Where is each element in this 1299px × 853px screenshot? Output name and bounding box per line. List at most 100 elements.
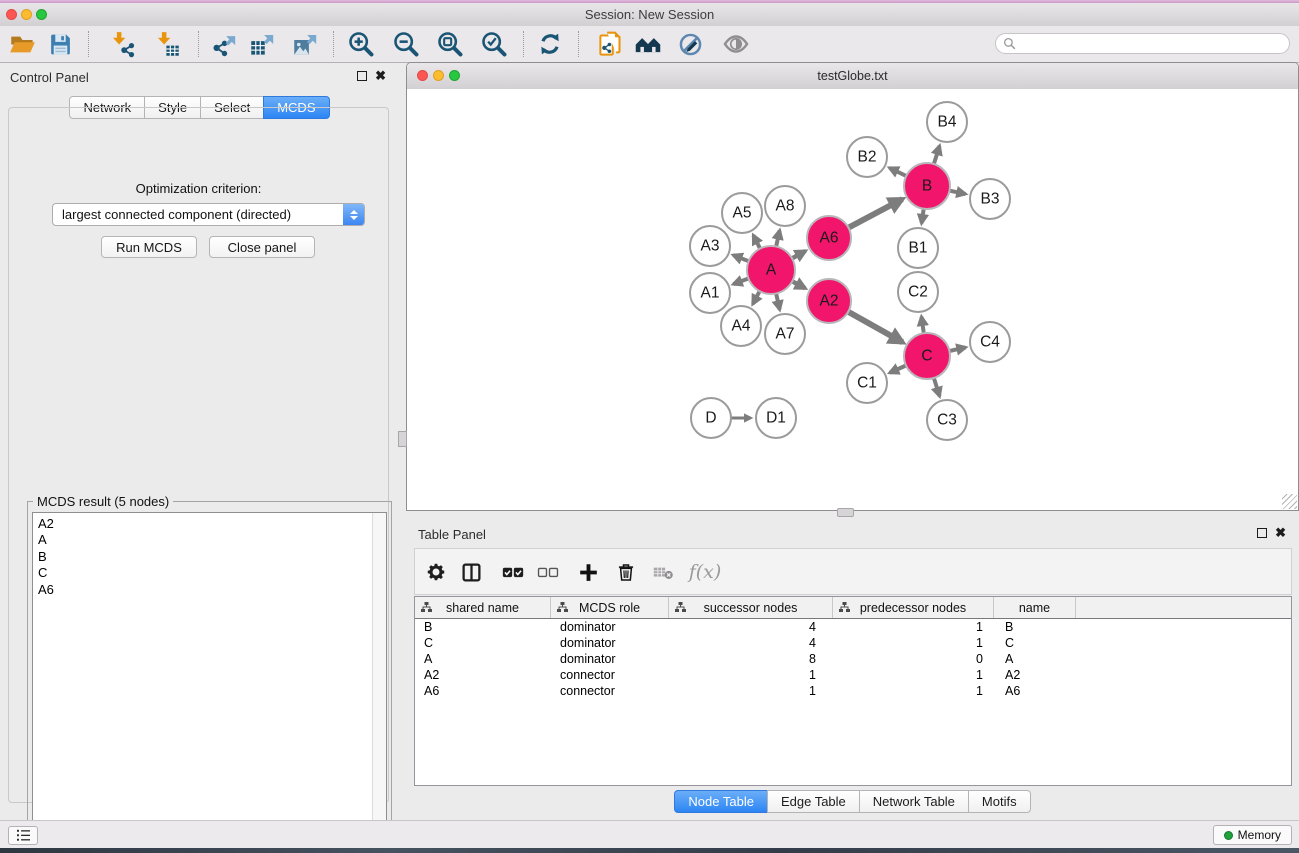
export-table-button[interactable]	[245, 29, 279, 59]
zoom-fit-button[interactable]	[433, 29, 467, 59]
table-settings-button[interactable]	[421, 558, 451, 586]
graph-node-B3[interactable]: B3	[970, 179, 1010, 219]
window-title: Session: New Session	[0, 7, 1299, 22]
column-header-name[interactable]: name	[994, 597, 1076, 618]
table-cell: dominator	[551, 652, 669, 666]
search-field[interactable]	[995, 33, 1290, 54]
graph-node-C[interactable]: C	[904, 333, 950, 379]
window-resize-grip[interactable]	[1282, 494, 1297, 509]
table-tab-edge-table[interactable]: Edge Table	[767, 790, 860, 813]
graph-node-A3[interactable]: A3	[690, 226, 730, 266]
save-session-button[interactable]	[43, 29, 77, 59]
graph-node-A5[interactable]: A5	[722, 193, 762, 233]
export-image-button[interactable]	[288, 29, 322, 59]
float-panel-icon[interactable]	[357, 71, 367, 81]
panel-splitter-handle[interactable]	[398, 431, 407, 447]
delete-column-button[interactable]	[611, 558, 641, 586]
graph-node-A2[interactable]: A2	[807, 279, 851, 323]
close-panel-button[interactable]: Close panel	[209, 236, 315, 258]
graph-node-B1[interactable]: B1	[898, 228, 938, 268]
refresh-layout-button[interactable]	[533, 29, 567, 59]
close-panel-icon[interactable]: ✖	[1275, 528, 1286, 538]
deselect-all-button[interactable]	[533, 558, 563, 586]
table-tab-node-table[interactable]: Node Table	[674, 790, 768, 813]
main-titlebar[interactable]: Session: New Session	[0, 3, 1299, 27]
mcds-result-item[interactable]: A	[33, 532, 386, 548]
status-bar: Memory	[0, 820, 1299, 848]
task-history-button[interactable]	[8, 826, 38, 845]
graph-node-D1[interactable]: D1	[756, 398, 796, 438]
graph-node-D[interactable]: D	[691, 398, 731, 438]
home-view-button[interactable]	[631, 29, 665, 59]
import-network-icon	[109, 31, 136, 58]
import-table-button[interactable]	[150, 29, 184, 59]
mcds-result-item[interactable]: A2	[33, 516, 386, 532]
open-session-button[interactable]	[5, 29, 39, 59]
import-network-button[interactable]	[105, 29, 139, 59]
select-all-button[interactable]	[498, 558, 528, 586]
graph-node-C2[interactable]: C2	[898, 272, 938, 312]
hide-graphics-details-button[interactable]	[673, 29, 707, 59]
column-header-successor-nodes[interactable]: successor nodes	[669, 597, 833, 618]
zoom-in-button[interactable]	[344, 29, 378, 59]
graph-node-A1[interactable]: A1	[690, 273, 730, 313]
list-icon	[16, 829, 31, 842]
graph-node-A4[interactable]: A4	[721, 306, 761, 346]
attribute-tree-icon	[557, 602, 568, 613]
column-header-predecessor-nodes[interactable]: predecessor nodes	[833, 597, 994, 618]
control-panel: Control Panel ✖ NetworkStyleSelectMCDS O…	[0, 62, 399, 820]
table-tab-network-table[interactable]: Network Table	[859, 790, 969, 813]
graph-node-A8[interactable]: A8	[765, 186, 805, 226]
mcds-list-scrollbar[interactable]	[372, 513, 386, 834]
table-tab-motifs[interactable]: Motifs	[968, 790, 1031, 813]
mcds-result-list[interactable]: A2ABCA6	[32, 512, 387, 835]
network-graph[interactable]: A A6 A2 B C A1 A3 A4 A5 A7 A8 B1 B2 B3B4 C1 C2 C3C4 D D1	[407, 89, 1298, 510]
graph-node-C3[interactable]: C3	[927, 400, 967, 440]
show-view-button[interactable]	[719, 29, 753, 59]
graph-node-A[interactable]: A	[747, 246, 795, 294]
table-header-row: shared nameMCDS rolesuccessor nodesprede…	[415, 597, 1291, 619]
graph-node-B2[interactable]: B2	[847, 137, 887, 177]
application-window: Session: New Session	[0, 0, 1299, 853]
graph-node-C4[interactable]: C4	[970, 322, 1010, 362]
graph-node-B4[interactable]: B4	[927, 102, 967, 142]
table-panel: Table Panel ✖	[406, 520, 1299, 815]
graph-node-C1[interactable]: C1	[847, 363, 887, 403]
export-table-icon	[249, 31, 276, 58]
network-view-window[interactable]: testGlobe.txt A A6 A2 B C A1 A3 A4 A5 A7 A8 B1 B2 B3B…	[406, 62, 1299, 511]
table-row[interactable]: A6connector11A6	[415, 683, 1291, 699]
network-window-titlebar[interactable]: testGlobe.txt	[407, 63, 1298, 90]
column-header-shared-name[interactable]: shared name	[415, 597, 551, 618]
zoom-selected-button[interactable]	[477, 29, 511, 59]
mcds-result-item[interactable]: B	[33, 549, 386, 565]
optimization-criterion-label: Optimization criterion:	[9, 181, 388, 196]
column-header-MCDS-role[interactable]: MCDS role	[551, 597, 669, 618]
svg-text:B: B	[922, 178, 932, 195]
memory-button[interactable]: Memory	[1213, 825, 1292, 845]
table-row[interactable]: Cdominator41C	[415, 635, 1291, 651]
clone-network-button[interactable]	[593, 29, 627, 59]
network-canvas[interactable]: A A6 A2 B C A1 A3 A4 A5 A7 A8 B1 B2 B3B4 C1 C2 C3C4 D D1	[407, 89, 1298, 510]
float-panel-icon[interactable]	[1257, 528, 1267, 538]
table-row[interactable]: Adominator80A	[415, 651, 1291, 667]
column-layout-button[interactable]	[456, 558, 486, 586]
graph-node-A7[interactable]: A7	[765, 314, 805, 354]
node-table[interactable]: shared nameMCDS rolesuccessor nodesprede…	[414, 596, 1292, 786]
delete-table-button[interactable]	[648, 558, 678, 586]
mcds-result-item[interactable]: A6	[33, 582, 386, 598]
optimization-criterion-select[interactable]: largest connected component (directed)	[52, 203, 365, 226]
graph-node-A6[interactable]: A6	[807, 216, 851, 260]
run-mcds-button[interactable]: Run MCDS	[101, 236, 197, 258]
close-panel-icon[interactable]: ✖	[375, 71, 386, 81]
search-input[interactable]	[1016, 36, 1289, 52]
function-builder-button[interactable]: f(x)	[683, 558, 727, 586]
graph-node-B[interactable]: B	[904, 163, 950, 209]
panel-splitter-handle[interactable]	[837, 508, 854, 517]
table-row[interactable]: A2connector11A2	[415, 667, 1291, 683]
zoom-out-button[interactable]	[389, 29, 423, 59]
export-network-button[interactable]	[207, 29, 241, 59]
attribute-tree-icon	[839, 602, 850, 613]
table-row[interactable]: Bdominator41B	[415, 619, 1291, 635]
add-column-button[interactable]	[573, 558, 603, 586]
mcds-result-item[interactable]: C	[33, 565, 386, 581]
